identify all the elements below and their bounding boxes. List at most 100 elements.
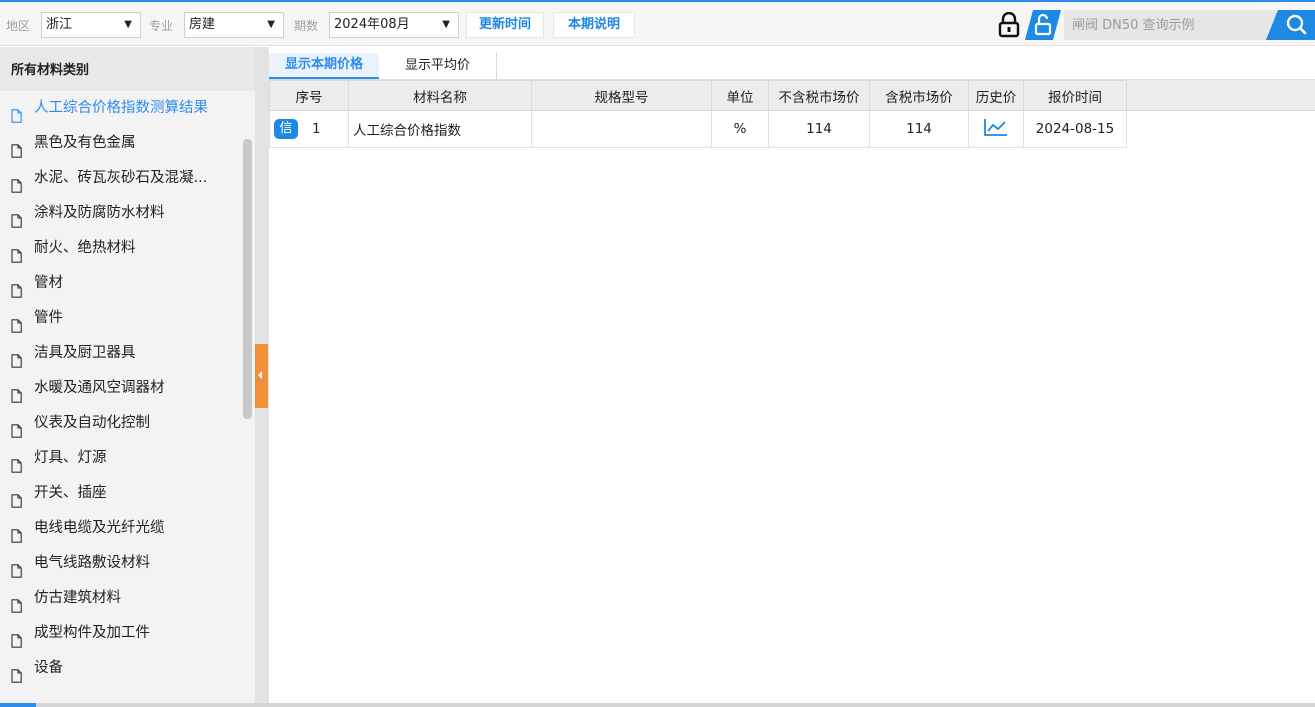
unlock-icon[interactable] — [1025, 10, 1061, 40]
sidebar-category-label: 水泥、砖瓦灰砂石及混凝... — [34, 170, 208, 186]
sidebar-category-label: 洁具及厨卫器具 — [34, 345, 136, 361]
document-icon — [11, 137, 22, 158]
sidebar-category-item[interactable]: 灯具、灯源 — [0, 441, 255, 476]
major-value: 房建 — [189, 17, 216, 32]
info-badge[interactable]: 信 — [274, 119, 298, 139]
update-time-button[interactable]: 更新时间 — [466, 12, 544, 38]
trend-chart-icon[interactable] — [984, 118, 1008, 140]
period-label: 期数 — [294, 19, 319, 33]
document-icon — [11, 557, 22, 578]
search-input[interactable] — [1064, 10, 1274, 40]
column-header[interactable]: 含税市场价 — [869, 80, 969, 111]
region-label: 地区 — [6, 19, 31, 33]
chevron-down-icon: ▼ — [124, 19, 132, 30]
sidebar-category-item[interactable]: 耐火、绝热材料 — [0, 231, 255, 266]
region-select[interactable]: 浙江 ▼ — [41, 12, 141, 38]
search-button[interactable] — [1266, 10, 1315, 40]
sidebar-category-label: 仿古建筑材料 — [34, 590, 121, 606]
document-icon — [11, 207, 22, 228]
column-header[interactable]: 报价时间 — [1023, 80, 1127, 111]
period-select[interactable]: 2024年08月 ▼ — [329, 12, 459, 38]
sidebar-title: 所有材料类别 — [0, 47, 255, 91]
search-icon — [1266, 10, 1315, 40]
table-row[interactable]: 信1 人工综合价格指数 % 114 114 2024-08-15 — [269, 110, 1127, 148]
sidebar-category-label: 电气线路敷设材料 — [34, 555, 150, 571]
price-ex-tax-cell: 114 — [768, 110, 870, 148]
sidebar-category-label: 耐火、绝热材料 — [34, 240, 136, 256]
sidebar-category-item[interactable]: 仪表及自动化控制 — [0, 406, 255, 441]
period-value: 2024年08月 — [334, 17, 410, 32]
sidebar-category-label: 电线电缆及光纤光缆 — [34, 520, 165, 536]
sidebar-category-item[interactable]: 成型构件及加工件 — [0, 616, 255, 651]
sidebar-category-label: 水暖及通风空调器材 — [34, 380, 165, 396]
column-header[interactable]: 材料名称 — [348, 80, 532, 111]
sidebar-category-label: 涂料及防腐防水材料 — [34, 205, 165, 221]
collapse-sidebar-button[interactable] — [255, 344, 268, 408]
document-icon — [11, 347, 22, 368]
column-header[interactable]: 规格型号 — [531, 80, 712, 111]
sidebar-category-label: 成型构件及加工件 — [34, 625, 150, 641]
sidebar-category-item[interactable]: 管件 — [0, 301, 255, 336]
sidebar-category-item[interactable]: 设备 — [0, 651, 255, 686]
sidebar-category-item[interactable]: 开关、插座 — [0, 476, 255, 511]
spec-cell — [531, 110, 712, 148]
sidebar-category-item[interactable]: 人工综合价格指数测算结果 — [0, 91, 255, 126]
column-header[interactable]: 序号 — [269, 80, 349, 111]
index-cell: 信1 — [269, 110, 349, 148]
document-icon — [11, 382, 22, 403]
chevron-down-icon: ▼ — [267, 19, 275, 30]
sidebar-category-item[interactable]: 涂料及防腐防水材料 — [0, 196, 255, 231]
document-icon — [11, 312, 22, 333]
sidebar-category-item[interactable]: 水暖及通风空调器材 — [0, 371, 255, 406]
table-header-fill — [1126, 80, 1315, 111]
document-icon — [11, 417, 22, 438]
sidebar-category-label: 灯具、灯源 — [34, 450, 107, 466]
period-note-button[interactable]: 本期说明 — [553, 12, 635, 38]
tab-average-price[interactable]: 显示平均价 — [379, 53, 497, 79]
price-inc-tax-cell: 114 — [869, 110, 969, 148]
column-header[interactable]: 历史价 — [968, 80, 1024, 111]
row-index: 1 — [312, 121, 321, 137]
column-header[interactable]: 单位 — [711, 80, 769, 111]
search-box — [1064, 10, 1280, 40]
document-icon — [11, 452, 22, 473]
toolbar: 地区 浙江 ▼ 专业 房建 ▼ 期数 2024年08月 ▼ 更新时间 本期说明 — [0, 2, 1315, 46]
major-label: 专业 — [149, 19, 174, 33]
table-header-row: 序号 材料名称 规格型号 单位 不含税市场价 含税市场价 历史价 报价时间 — [269, 80, 1127, 111]
main-panel: 显示本期价格 显示平均价 序号 材料名称 规格型号 单位 不含税市场价 含税市场… — [269, 47, 1315, 703]
document-icon — [11, 592, 22, 613]
lock-icon[interactable] — [997, 11, 1021, 38]
document-icon — [11, 277, 22, 298]
sidebar-category-label: 仪表及自动化控制 — [34, 415, 150, 431]
chevron-down-icon: ▼ — [442, 19, 450, 30]
sidebar-category-label: 黑色及有色金属 — [34, 135, 136, 151]
region-value: 浙江 — [46, 17, 73, 32]
document-icon — [11, 522, 22, 543]
sidebar-category-item[interactable]: 仿古建筑材料 — [0, 581, 255, 616]
sidebar-category-item[interactable]: 水泥、砖瓦灰砂石及混凝... — [0, 161, 255, 196]
sidebar-category-item[interactable]: 洁具及厨卫器具 — [0, 336, 255, 371]
sidebar-category-label: 设备 — [34, 660, 63, 676]
horizontal-scrollbar[interactable] — [0, 703, 1315, 707]
document-icon — [11, 662, 22, 683]
status-accent — [0, 703, 36, 707]
price-table: 序号 材料名称 规格型号 单位 不含税市场价 含税市场价 历史价 报价时间 信1… — [269, 80, 1127, 148]
sidebar-category-item[interactable]: 电气线路敷设材料 — [0, 546, 255, 581]
sidebar-category-item[interactable]: 管材 — [0, 266, 255, 301]
major-select[interactable]: 房建 ▼ — [184, 12, 284, 38]
tab-current-price[interactable]: 显示本期价格 — [269, 53, 379, 79]
document-icon — [11, 172, 22, 193]
quote-date-cell: 2024-08-15 — [1023, 110, 1127, 148]
sidebar-category-label: 开关、插座 — [34, 485, 107, 501]
category-list: 人工综合价格指数测算结果黑色及有色金属水泥、砖瓦灰砂石及混凝... 涂料及防腐防水… — [0, 91, 255, 686]
material-name-cell: 人工综合价格指数 — [348, 110, 532, 148]
sidebar-category-label: 管件 — [34, 310, 63, 326]
unit-cell: % — [711, 110, 769, 148]
sidebar-category-label: 管材 — [34, 275, 63, 291]
history-price-cell — [968, 110, 1024, 148]
sidebar-category-item[interactable]: 电线电缆及光纤光缆 — [0, 511, 255, 546]
sidebar-scrollbar[interactable] — [243, 139, 252, 419]
sidebar-category-item[interactable]: 黑色及有色金属 — [0, 126, 255, 161]
chevron-left-icon — [258, 371, 262, 379]
column-header[interactable]: 不含税市场价 — [768, 80, 870, 111]
